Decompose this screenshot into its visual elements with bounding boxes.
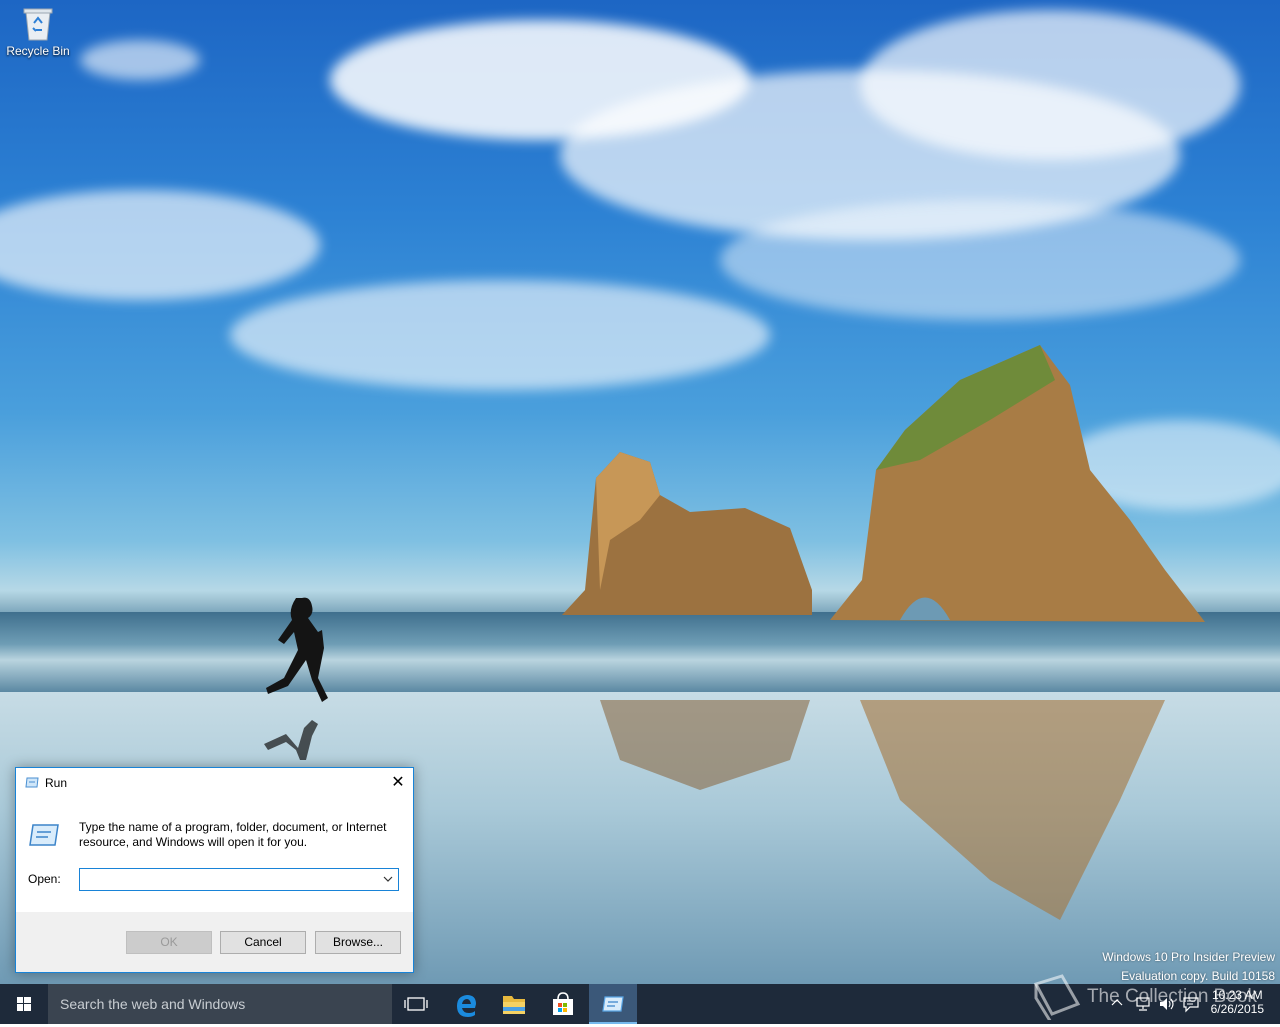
- close-button[interactable]: ✕: [383, 768, 413, 798]
- recycle-bin-icon: [23, 6, 53, 42]
- task-view-icon: [404, 997, 428, 1011]
- chevron-down-icon[interactable]: [382, 872, 394, 886]
- desktop-icon-recycle-bin[interactable]: Recycle Bin: [4, 6, 72, 58]
- search-box[interactable]: Search the web and Windows: [48, 984, 392, 1024]
- store-icon: [553, 992, 573, 1015]
- run-app-icon: [25, 777, 39, 788]
- file-explorer-icon: [503, 996, 525, 1014]
- run-dialog-title: Run: [45, 776, 68, 790]
- task-view-button[interactable]: [392, 984, 440, 1024]
- close-icon: ✕: [391, 774, 405, 791]
- ok-button[interactable]: OK: [126, 931, 212, 954]
- open-combobox[interactable]: [79, 868, 399, 891]
- cancel-button[interactable]: Cancel: [220, 931, 306, 954]
- run-app-icon: [28, 823, 60, 847]
- run-taskbar-button[interactable]: [589, 984, 637, 1024]
- start-button[interactable]: [0, 984, 48, 1024]
- collection-book-watermark: The Collection Book: [1030, 972, 1257, 1025]
- edge-icon: [457, 995, 476, 1017]
- watermark-line-1: Windows 10 Pro Insider Preview: [1102, 950, 1275, 964]
- open-label: Open:: [28, 872, 61, 886]
- recycle-bin-label: Recycle Bin: [6, 44, 70, 58]
- open-input[interactable]: [82, 870, 372, 888]
- store-button[interactable]: [539, 984, 587, 1024]
- run-app-icon: [602, 996, 624, 1012]
- windows-logo-icon: [17, 997, 31, 1011]
- file-explorer-button[interactable]: [490, 984, 538, 1024]
- run-dialog-footer: OK Cancel Browse...: [16, 912, 413, 972]
- search-placeholder: Search the web and Windows: [60, 996, 246, 1012]
- run-dialog-description: Type the name of a program, folder, docu…: [79, 820, 387, 849]
- browse-button[interactable]: Browse...: [315, 931, 401, 954]
- run-dialog-titlebar[interactable]: Run ✕: [16, 768, 413, 798]
- edge-button[interactable]: [442, 984, 490, 1024]
- collection-book-text: The Collection Book: [1086, 986, 1257, 1007]
- book-icon: [1033, 974, 1081, 1025]
- run-dialog: Run ✕ Type the name of a program, folder…: [15, 767, 414, 973]
